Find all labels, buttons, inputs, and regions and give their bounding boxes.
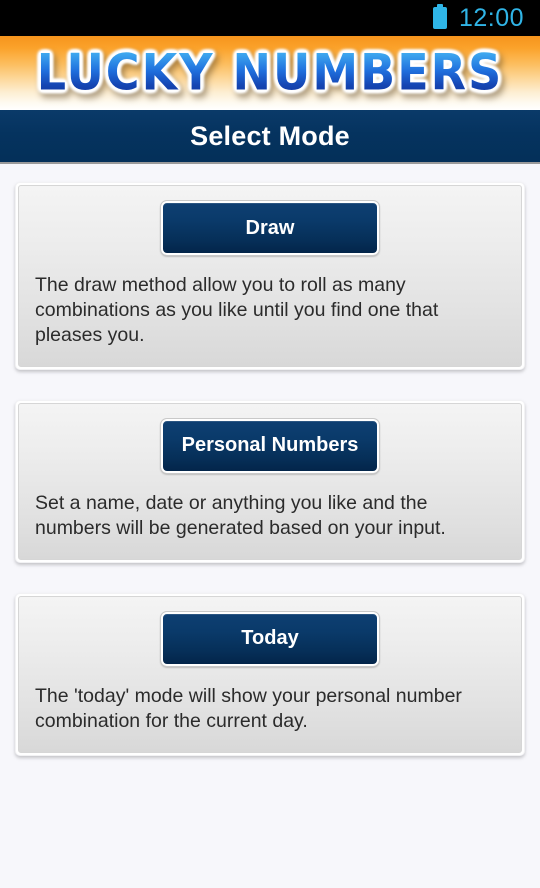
mode-card-inner: Draw The draw method allow you to roll a…: [18, 185, 522, 367]
mode-card-personal-numbers: Personal Numbers Set a name, date or any…: [15, 399, 525, 563]
draw-mode-description: The draw method allow you to roll as man…: [35, 274, 439, 346]
status-bar-right-group: 12:00: [432, 3, 524, 33]
screen-title-bar: Select Mode: [0, 110, 540, 164]
mode-card-today: Today The 'today' mode will show your pe…: [15, 592, 525, 756]
app-logo-text: LUCKY NUMBERS: [36, 42, 504, 102]
status-bar: 12:00: [0, 0, 540, 36]
personal-numbers-mode-description: Set a name, date or anything you like an…: [35, 491, 446, 539]
today-mode-description: The 'today' mode will show your personal…: [35, 684, 462, 732]
personal-numbers-mode-button[interactable]: Personal Numbers: [160, 417, 380, 474]
draw-mode-button[interactable]: Draw: [160, 200, 380, 256]
today-mode-button[interactable]: Today: [160, 610, 380, 667]
mode-card-draw: Draw The draw method allow you to roll a…: [15, 182, 525, 370]
mode-list: Draw The draw method allow you to roll a…: [0, 164, 540, 886]
mode-card-inner: Personal Numbers Set a name, date or any…: [18, 402, 522, 560]
mode-card-inner: Today The 'today' mode will show your pe…: [18, 595, 522, 753]
page-title: Select Mode: [190, 120, 350, 151]
status-bar-clock: 12:00: [458, 3, 524, 32]
app-logo-banner: LUCKY NUMBERS: [0, 36, 540, 110]
battery-full-icon: [432, 4, 447, 29]
